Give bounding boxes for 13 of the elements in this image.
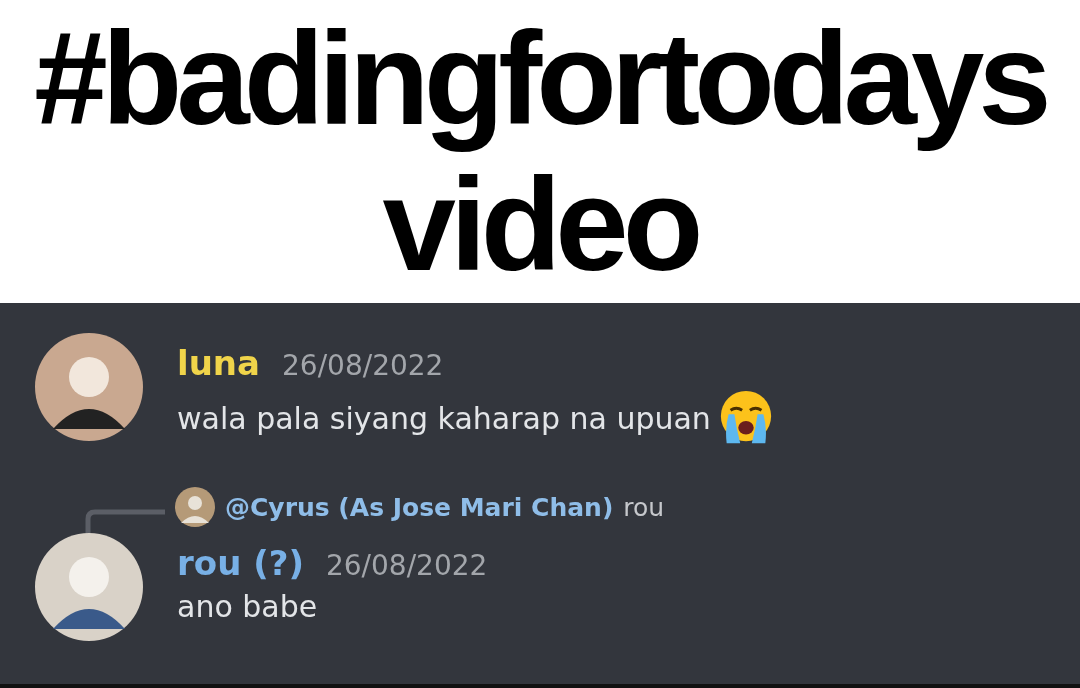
reply-preview: rou — [623, 492, 665, 522]
caption-text: #badingfortodays — [34, 5, 1046, 152]
avatar-icon — [175, 487, 215, 527]
timestamp: 26/08/2022 — [282, 349, 444, 382]
username[interactable]: luna — [177, 343, 260, 383]
timestamp: 26/08/2022 — [325, 549, 488, 582]
reply-mention[interactable]: @Cyrus (As Jose Mari Chan) — [225, 492, 614, 522]
username[interactable]: rou (?) — [177, 543, 304, 583]
avatar-icon[interactable] — [35, 533, 143, 641]
message-text: wala pala siyang kaharap na upuan — [177, 400, 711, 436]
avatar-icon[interactable] — [35, 333, 143, 441]
caption-text: video — [382, 151, 698, 298]
message-text: ano babe — [177, 589, 318, 624]
